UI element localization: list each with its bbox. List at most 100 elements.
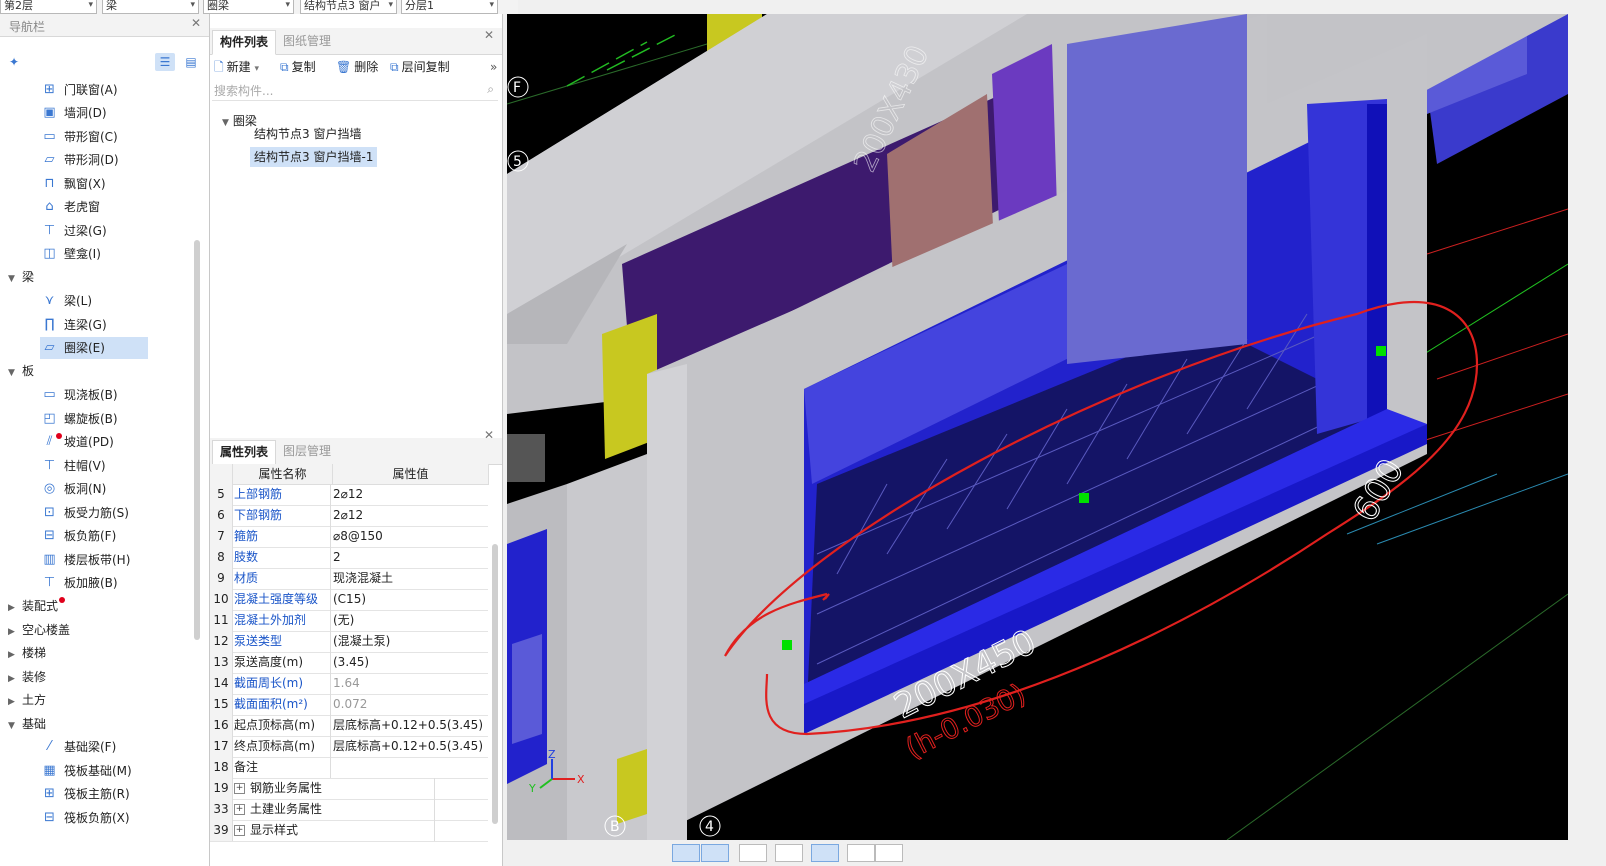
view-button[interactable] [847,844,875,862]
property-close-icon[interactable]: ✕ [484,428,494,442]
property-value[interactable]: (无) [333,610,487,631]
table-row[interactable]: 17 终点顶标高(m) 层底标高+0.12+0.5(3.45) [210,736,488,758]
table-row[interactable]: 9 材质 现浇混凝土 [210,568,488,590]
nav-group-stairs[interactable]: ▶ 楼梯 [8,642,46,664]
nav-item-slab-haunch[interactable]: ⊤ 板加腋(B) [42,572,162,594]
nav-item-dormer[interactable]: ⌂ 老虎窗 [42,196,152,218]
view-button[interactable] [875,844,903,862]
nav-item-raft-neg-rebar[interactable]: ⊟ 筏板负筋(X) [42,807,172,829]
property-value[interactable]: (混凝土泵) [333,631,487,652]
property-value[interactable]: 现浇混凝土 [333,568,487,589]
tab-property-list[interactable]: 属性列表 [212,440,277,465]
nav-item-foundation-beam[interactable]: ⁄ 基础梁(F) [42,736,172,758]
tree-item-component-selected[interactable]: 结构节点3 窗户挡墙-1 [250,147,378,167]
category-select[interactable]: 梁 [102,0,199,14]
pin-icon[interactable]: ✦ [9,55,19,69]
delete-button[interactable]: 🗑 删除 [336,58,378,76]
search-input[interactable]: 搜索构件... [214,82,273,99]
nav-item-beam[interactable]: ⋎ 梁(L) [42,290,148,312]
view-button[interactable] [701,844,729,862]
layer-select[interactable]: 分层1 [401,0,498,14]
nav-item-coupling-beam[interactable]: ∏ 连梁(G) [42,314,148,336]
nav-item-lintel[interactable]: ⊤ 过梁(G) [42,220,152,242]
nav-item-bay-window[interactable]: ⊓ 飘窗(X) [42,173,152,195]
table-row-expandable[interactable]: 19 + 钢筋业务属性 [210,778,488,800]
table-row[interactable]: 11 混凝土外加剂 (无) [210,610,488,632]
tab-layer-manage[interactable]: 图层管理 [276,440,338,463]
view-button[interactable] [739,844,767,862]
table-row[interactable]: 5 上部钢筋 2⌀12 [210,484,488,506]
more-icon[interactable]: » [490,58,497,76]
floor-select[interactable]: 第2层 [0,0,97,14]
table-row-expandable[interactable]: 33 + 土建业务属性 [210,799,488,821]
expand-plus-icon[interactable]: + [234,825,245,836]
table-row[interactable]: 16 起点顶标高(m) 层底标高+0.12+0.5(3.45) [210,715,488,737]
view-button[interactable] [672,844,700,862]
detail-view-icon[interactable]: ▤ [181,53,201,71]
nav-item-slab-neg-rebar[interactable]: ⊟ 板负筋(F) [42,525,162,547]
nav-group-foundation[interactable]: ▼ 基础 [8,713,46,735]
nav-item-wall-hole[interactable]: ▣ 墙洞(D) [42,102,152,124]
list-view-icon[interactable]: ☰ [155,53,175,71]
table-row[interactable]: 14 截面周长(m) 1.64 [210,673,488,695]
view-button[interactable] [775,844,803,862]
property-value[interactable]: 2⌀12 [333,505,487,526]
nav-item-cast-slab[interactable]: ▭ 现浇板(B) [42,384,162,406]
nav-item-door-window[interactable]: ⊞ 门联窗(A) [42,79,152,101]
property-value[interactable] [333,757,487,778]
tree-item-component[interactable]: 结构节点3 窗户挡墙 [250,124,365,144]
nav-item-raft-foundation[interactable]: ▦ 筏板基础(M) [42,760,172,782]
nav-group-hollow-floor[interactable]: ▶ 空心楼盖 [8,619,70,641]
grip-point[interactable] [1376,346,1386,356]
nav-group-slab[interactable]: ▼ 板 [8,360,34,382]
table-row[interactable]: 18 备注 [210,757,488,779]
search-icon[interactable]: ⌕ [487,82,494,97]
nav-close-icon[interactable]: ✕ [191,16,201,30]
table-row[interactable]: 13 泵送高度(m) (3.45) [210,652,488,674]
table-row[interactable]: 8 肢数 2 [210,547,488,569]
property-value[interactable]: (3.45) [333,652,487,673]
table-row[interactable]: 7 箍筋 ⌀8@150 [210,526,488,548]
component-search[interactable]: 搜索构件... ⌕ [212,80,498,101]
property-value[interactable]: ⌀8@150 [333,526,487,547]
nav-item-slab-rebar[interactable]: ⊡ 板受力筋(S) [42,502,162,524]
tab-drawing-manage[interactable]: 图纸管理 [276,30,338,53]
nav-item-column-cap[interactable]: ⊤ 柱帽(V) [42,455,162,477]
expand-plus-icon[interactable]: + [234,804,245,815]
nav-group-prefab[interactable]: ▶ 装配式 [8,595,58,617]
property-value[interactable]: 2 [333,547,487,568]
component-close-icon[interactable]: ✕ [484,28,494,42]
nav-item-ring-beam[interactable]: ▱ 圈梁(E) [40,337,148,359]
property-scrollbar[interactable] [492,544,498,824]
property-value[interactable]: 层底标高+0.12+0.5(3.45) [333,736,487,757]
table-row-expandable[interactable]: 39 + 显示样式 [210,820,488,842]
table-row[interactable]: 6 下部钢筋 2⌀12 [210,505,488,527]
nav-group-earthwork[interactable]: ▶ 土方 [8,689,46,711]
nav-item-slab-hole[interactable]: ◎ 板洞(N) [42,478,162,500]
floor-copy-button[interactable]: ⧉ 层间复制 [390,58,450,76]
table-row[interactable]: 12 泵送类型 (混凝土泵) [210,631,488,653]
property-value[interactable]: (C15) [333,589,487,610]
nav-group-beam[interactable]: ▼ 梁 [8,266,34,288]
type-select[interactable]: 圈梁 [203,0,294,14]
nav-item-strip-window[interactable]: ▭ 带形窗(C) [42,126,152,148]
nav-group-decoration[interactable]: ▶ 装修 [8,666,46,688]
nav-item-raft-main-rebar[interactable]: ⊞ 筏板主筋(R) [42,783,172,805]
property-value[interactable]: 层底标高+0.12+0.5(3.45) [333,715,487,736]
nav-item-strip-hole[interactable]: ▱ 带形洞(D) [42,149,152,171]
property-value[interactable]: 2⌀12 [333,484,487,505]
table-row[interactable]: 15 截面面积(m²) 0.072 [210,694,488,716]
expand-plus-icon[interactable]: + [234,783,245,794]
component-select[interactable]: 结构节点3 窗户 [300,0,397,14]
nav-item-spiral-slab[interactable]: ◰ 螺旋板(B) [42,408,162,430]
nav-scrollbar[interactable] [194,240,200,640]
nav-item-niche[interactable]: ◫ 壁龛(I) [42,243,152,265]
new-button[interactable]: 🗋 新建 ▾ [214,58,259,76]
3d-viewport[interactable]: 200X450 600 200X430 (h-0.030) F 5 B 4 X … [507,14,1568,840]
table-row[interactable]: 10 混凝土强度等级 (C15) [210,589,488,611]
grip-point[interactable] [782,640,792,650]
nav-item-slab-strip[interactable]: ▥ 楼层板带(H) [42,549,162,571]
grip-point[interactable] [1079,493,1089,503]
tab-component-list[interactable]: 构件列表 [212,30,277,55]
copy-button[interactable]: ⧉ 复制 [280,58,316,76]
